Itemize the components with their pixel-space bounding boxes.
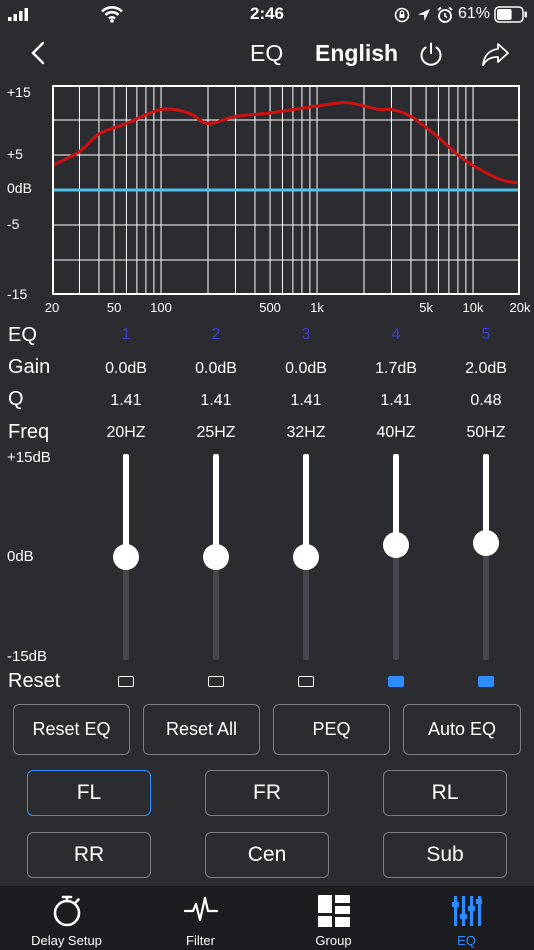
- waveform-icon: [184, 896, 218, 922]
- band-q[interactable]: 0.48: [441, 392, 531, 410]
- tab-eq[interactable]: EQ: [400, 886, 533, 950]
- band-gain[interactable]: 2.0dB: [441, 360, 531, 378]
- power-icon[interactable]: [418, 41, 444, 67]
- location-icon: [418, 9, 430, 21]
- slider-thumb[interactable]: [113, 544, 139, 570]
- band-gain-slider[interactable]: [291, 454, 321, 660]
- battery-icon: [494, 6, 527, 23]
- x-label-10k: 10k: [462, 300, 484, 315]
- tab-label: EQ: [457, 933, 476, 948]
- band-reset-toggle[interactable]: [298, 676, 314, 687]
- band-gain[interactable]: 1.7dB: [351, 360, 441, 378]
- band-gain-slider[interactable]: [111, 454, 141, 660]
- y-label-zero: 0dB: [7, 180, 32, 196]
- band-gain[interactable]: 0.0dB: [261, 360, 351, 378]
- x-label-20: 20: [44, 300, 60, 315]
- tab-label: Filter: [186, 933, 215, 948]
- battery-percent: 61%: [458, 5, 491, 22]
- y-label-minus15: -15: [7, 286, 28, 302]
- gain-row-label: Gain: [8, 356, 51, 378]
- band-freq[interactable]: 50HZ: [441, 424, 531, 442]
- channel-sub-button[interactable]: Sub: [383, 832, 507, 878]
- slider-thumb[interactable]: [293, 544, 319, 570]
- peq-button[interactable]: PEQ: [273, 704, 390, 755]
- band-number[interactable]: 2: [171, 326, 261, 344]
- band-reset-toggle[interactable]: [478, 676, 494, 687]
- band-gain-slider[interactable]: [201, 454, 231, 660]
- back-chevron-icon[interactable]: [28, 40, 48, 66]
- reset-all-button[interactable]: Reset All: [143, 704, 260, 755]
- y-label-plus5: +5: [7, 146, 23, 162]
- slider-thumb[interactable]: [203, 544, 229, 570]
- slider-thumb[interactable]: [473, 530, 499, 557]
- auto-eq-button[interactable]: Auto EQ: [403, 704, 521, 755]
- band-q[interactable]: 1.41: [261, 392, 351, 410]
- orientation-lock-icon: [394, 7, 410, 23]
- slider-top-label: +15dB: [7, 449, 51, 466]
- channel-fl-button[interactable]: FL: [27, 770, 151, 816]
- band-q[interactable]: 1.41: [351, 392, 441, 410]
- tab-label: Delay Setup: [31, 933, 102, 948]
- channel-rl-button[interactable]: RL: [383, 770, 507, 816]
- tab-delay-setup[interactable]: Delay Setup: [0, 886, 133, 950]
- band-reset-toggle[interactable]: [208, 676, 224, 687]
- x-label-5k: 5k: [419, 300, 433, 315]
- x-label-500: 500: [259, 300, 281, 315]
- band-number[interactable]: 1: [81, 326, 171, 344]
- reset-row-label: Reset: [8, 670, 61, 692]
- band-gain[interactable]: 0.0dB: [171, 360, 261, 378]
- slider-bottom-label: -15dB: [7, 648, 48, 665]
- eq-curve: [52, 100, 520, 185]
- band-q[interactable]: 1.41: [81, 392, 171, 410]
- band-freq[interactable]: 40HZ: [351, 424, 441, 442]
- status-bar: 2:46 61%: [0, 0, 534, 30]
- x-label-20k: 20k: [509, 300, 531, 315]
- reset-eq-button[interactable]: Reset EQ: [13, 704, 130, 755]
- band-reset-toggle[interactable]: [118, 676, 134, 687]
- tab-label: Group: [315, 933, 352, 948]
- band-number[interactable]: 4: [351, 326, 441, 344]
- band-gain-slider[interactable]: [471, 454, 501, 660]
- x-label-1k: 1k: [310, 300, 324, 315]
- channel-rr-button[interactable]: RR: [27, 832, 151, 878]
- share-icon[interactable]: [481, 41, 511, 67]
- y-label-minus5: -5: [7, 216, 20, 232]
- band-number[interactable]: 3: [261, 326, 351, 344]
- page-title: EQ: [250, 40, 284, 66]
- band-gain[interactable]: 0.0dB: [81, 360, 171, 378]
- band-freq[interactable]: 25HZ: [171, 424, 261, 442]
- freq-row-label: Freq: [8, 421, 50, 443]
- band-freq[interactable]: 32HZ: [261, 424, 351, 442]
- q-row-label: Q: [8, 388, 24, 410]
- band-q[interactable]: 1.41: [171, 392, 261, 410]
- band-freq[interactable]: 20HZ: [81, 424, 171, 442]
- eq-response-graph[interactable]: [52, 85, 520, 295]
- x-label-50: 50: [106, 300, 122, 315]
- channel-fr-button[interactable]: FR: [205, 770, 329, 816]
- eq-row-label: EQ: [8, 324, 37, 346]
- slider-thumb[interactable]: [383, 532, 409, 559]
- alarm-icon: [437, 6, 453, 23]
- language-button[interactable]: English: [315, 40, 398, 67]
- tab-filter[interactable]: Filter: [134, 886, 267, 950]
- slider-mid-label: 0dB: [7, 548, 34, 565]
- tab-group[interactable]: Group: [267, 886, 400, 950]
- band-number[interactable]: 5: [441, 326, 531, 344]
- stopwatch-icon: [53, 895, 81, 927]
- y-label-plus15: +15: [7, 84, 31, 100]
- band-gain-slider[interactable]: [381, 454, 411, 660]
- channel-cen-button[interactable]: Cen: [205, 832, 329, 878]
- tab-bar: Delay Setup Filter Group EQ: [0, 886, 534, 950]
- x-label-100: 100: [150, 300, 172, 315]
- band-reset-toggle[interactable]: [388, 676, 404, 687]
- equalizer-sliders-icon: [452, 896, 482, 926]
- grid-layout-icon: [318, 895, 350, 927]
